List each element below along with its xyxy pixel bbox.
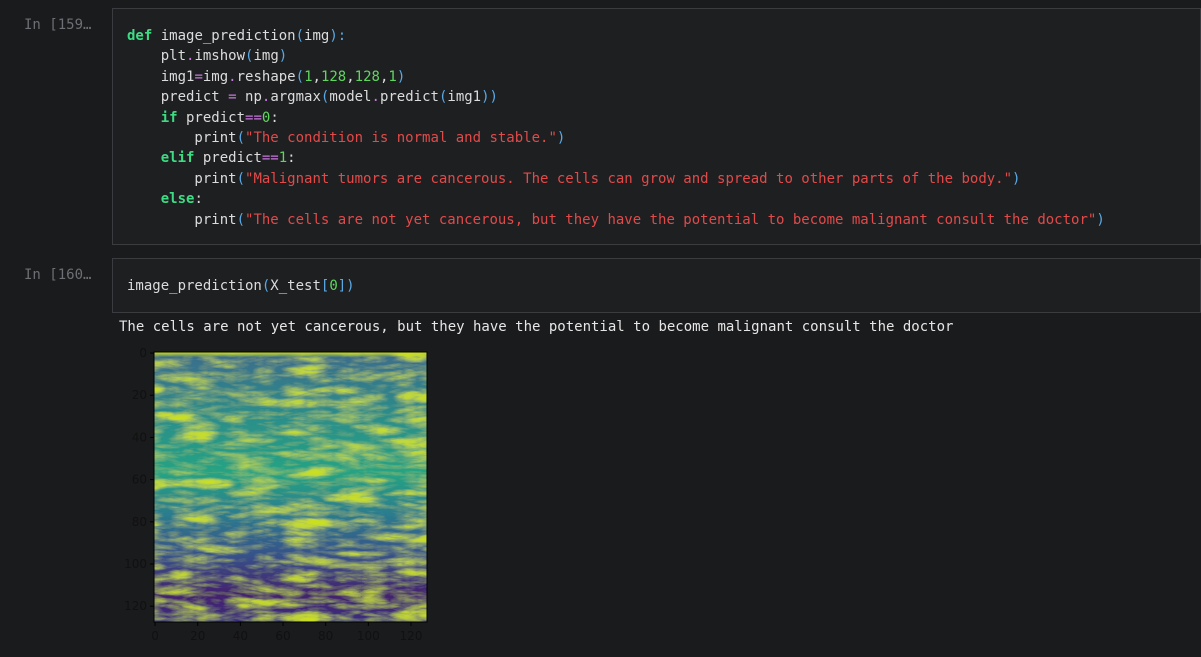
cell-prompt: In [160… [24, 267, 92, 283]
code-token: else [160, 191, 195, 208]
code-token: = [228, 89, 237, 106]
code-token: )) [481, 89, 498, 106]
code-token: . [228, 68, 237, 85]
code-token: 1 [278, 150, 288, 167]
code-token: ) [1096, 211, 1105, 228]
code-token: ( [236, 130, 246, 147]
image-heatmap [154, 352, 427, 622]
code-token: ( [236, 170, 246, 187]
code-editor[interactable]: def image_prediction(img): plt.imshow(im… [127, 26, 1105, 230]
code-token: ): [329, 28, 347, 44]
code-token: img [202, 68, 229, 85]
code-token: if [160, 109, 178, 126]
x-tick-label: 20 [190, 629, 205, 643]
code-token: print [127, 211, 237, 228]
code-token: 1 [388, 68, 397, 85]
code-token: 0 [329, 278, 338, 294]
code-token: image_prediction [152, 28, 296, 44]
code-token: ) [278, 48, 288, 65]
cell-prompt: In [159… [24, 17, 92, 33]
code-token: img [304, 28, 330, 44]
code-token: ( [236, 211, 246, 228]
code-token: ( [295, 28, 305, 44]
code-token: X_test [270, 278, 321, 294]
code-token: : [270, 109, 279, 126]
code-token: 128 [354, 68, 380, 85]
code-token: plt [127, 48, 187, 65]
code-token: = [194, 68, 203, 85]
code-token: "The condition is normal and stable." [245, 130, 557, 147]
code-token: . [371, 89, 380, 106]
code-token: == [245, 109, 262, 126]
code-token: : [194, 191, 203, 208]
code-token: predict [177, 109, 246, 126]
code-token: print [127, 130, 237, 147]
x-tick-label: 0 [151, 629, 159, 643]
code-token: ) [1012, 170, 1021, 187]
code-token: predict [379, 89, 439, 106]
code-token: ) [396, 68, 406, 85]
y-tick-label: 80 [132, 515, 147, 529]
code-token: img [253, 48, 279, 65]
y-tick-label: 120 [124, 599, 147, 613]
code-token: imshow [194, 48, 246, 65]
x-tick-label: 40 [233, 629, 248, 643]
code-token: 1 [304, 68, 313, 85]
code-token: elif [160, 150, 195, 167]
x-tick-label: 120 [400, 629, 423, 643]
code-token: ( [295, 68, 305, 85]
code-token: np [236, 89, 262, 106]
code-token: , [312, 68, 321, 85]
code-token: == [261, 150, 279, 167]
y-tick-label: 20 [132, 388, 147, 402]
x-tick-label: 80 [318, 629, 333, 643]
code-token: "Malignant tumors are cancerous. The cel… [245, 170, 1013, 187]
code-token: model [329, 89, 372, 106]
code-cell[interactable]: def image_prediction(img): plt.imshow(im… [112, 8, 1201, 245]
x-tick-label: 100 [357, 629, 380, 643]
code-cell[interactable]: image_prediction(X_test[0]) [112, 258, 1201, 313]
code-token: img1 [447, 89, 482, 106]
image-plot-svg: 0 20 40 60 80 100 120 0 20 40 60 80 100 120 [124, 346, 428, 643]
code-token: 128 [320, 68, 347, 85]
y-tick-label: 40 [132, 430, 147, 444]
code-token: , [346, 68, 355, 85]
y-tick-label: 0 [139, 346, 147, 360]
code-token: ]) [337, 278, 355, 294]
code-editor[interactable]: image_prediction(X_test[0]) [127, 276, 355, 296]
output-image-plot: 0 20 40 60 80 100 120 0 20 40 60 80 100 120 [112, 344, 442, 657]
code-token: : [287, 150, 296, 167]
code-token: "The cells are not yet cancerous, but th… [245, 211, 1097, 228]
code-token: argmax [270, 89, 321, 106]
code-token: predict [127, 89, 229, 106]
y-tick-label: 60 [132, 473, 147, 487]
code-token: predict [194, 150, 262, 167]
y-tick-label: 100 [124, 557, 147, 571]
cell-output-text: The cells are not yet cancerous, but the… [119, 319, 954, 335]
code-token: def [127, 28, 153, 44]
code-token: img1 [127, 68, 195, 85]
code-token: ) [556, 130, 566, 147]
code-token: reshape [236, 68, 296, 85]
code-token: image_prediction [127, 278, 262, 294]
x-tick-label: 60 [275, 629, 290, 643]
code-token: print [127, 170, 237, 187]
